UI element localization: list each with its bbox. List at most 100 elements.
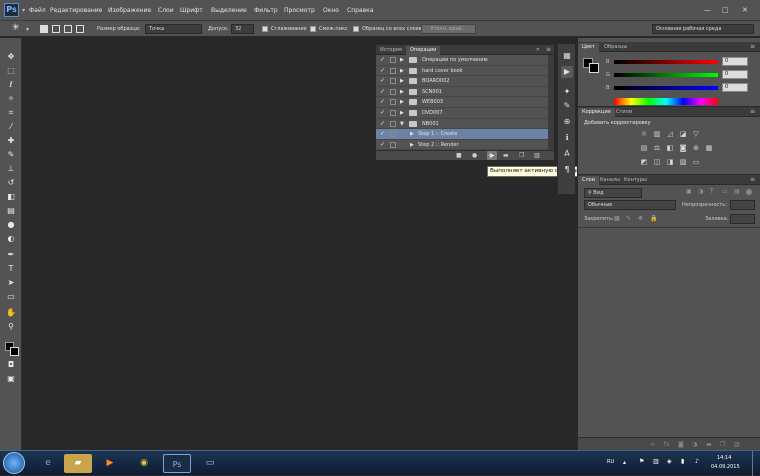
panel-menu-icon[interactable]: ≡	[546, 46, 551, 53]
photoshop-taskbar-icon[interactable]: Ps	[163, 454, 191, 473]
all-layers-checkbox[interactable]	[353, 26, 359, 32]
zoom-tool-icon[interactable]: ⚲	[5, 322, 17, 332]
window-switch-icon[interactable]: ▭	[196, 454, 224, 473]
filter-type-icon[interactable]: T	[710, 188, 714, 195]
healing-tool-icon[interactable]: ✚	[5, 136, 17, 146]
dialog-toggle-box[interactable]	[390, 110, 396, 116]
action-row[interactable]: ✓ ▶ WEB003	[376, 97, 548, 108]
tray-volume-icon[interactable]: ♪	[695, 458, 699, 465]
filter-adjust-icon[interactable]: ◑	[698, 188, 703, 195]
new-selection-icon[interactable]	[40, 25, 48, 33]
action-row[interactable]: ✓ ▶ Операции по умолчанию	[376, 55, 548, 66]
adjustment-layer-icon[interactable]: ◑	[692, 441, 697, 448]
chrome-icon[interactable]: ◉	[130, 454, 158, 473]
magic-wand-icon[interactable]: ✳	[12, 23, 20, 33]
screen-mode-icon[interactable]: ▣	[5, 374, 17, 384]
action-row-selected[interactable]: ✓ ▶ Step 1 :: Create	[376, 129, 548, 140]
color-spectrum-ramp[interactable]	[614, 98, 718, 105]
trash-icon[interactable]: ▥	[534, 152, 540, 159]
link-layers-icon[interactable]: ∞	[650, 441, 655, 448]
channel-b-input[interactable]: 0	[722, 83, 748, 92]
tray-shield-icon[interactable]: ◈	[667, 458, 672, 465]
dialog-toggle-box[interactable]	[390, 141, 396, 148]
clock-time[interactable]: 14:14	[717, 455, 731, 461]
contiguous-checkbox[interactable]	[310, 26, 316, 32]
hue-sat-icon[interactable]: ▤	[640, 145, 648, 152]
add-selection-icon[interactable]	[52, 25, 60, 33]
tab-history[interactable]: История	[376, 46, 406, 55]
move-tool-icon[interactable]: ✥	[5, 52, 17, 62]
expand-arrow-icon[interactable]: ▶	[410, 140, 414, 150]
menu-view[interactable]: Просмотр	[284, 7, 315, 14]
type-tool-icon[interactable]: T	[5, 264, 17, 274]
tab-adjustments[interactable]: Коррекция	[578, 108, 615, 117]
toggle-check-icon[interactable]: ✓	[380, 129, 385, 139]
tray-arrow-icon[interactable]: ▴	[623, 459, 626, 466]
expand-arrow-icon[interactable]: ▶	[400, 66, 404, 76]
new-action-icon[interactable]: ❐	[519, 152, 524, 159]
intersect-selection-icon[interactable]	[76, 25, 84, 33]
layer-mask-icon[interactable]: ◙	[678, 441, 684, 448]
color-balance-icon[interactable]: ⚖	[653, 145, 661, 152]
show-desktop-button[interactable]	[752, 451, 760, 476]
start-button[interactable]	[3, 452, 25, 474]
tray-network-icon[interactable]: ▥	[653, 458, 659, 465]
toggle-check-icon[interactable]: ✓	[380, 108, 385, 118]
brush-presets-icon[interactable]: ✦	[561, 86, 573, 98]
filter-smart-icon[interactable]: ▤	[734, 188, 740, 195]
dialog-toggle-box[interactable]	[390, 99, 396, 106]
fill-input[interactable]	[730, 214, 755, 224]
info-panel-icon[interactable]: ℹ	[561, 132, 573, 144]
paragraph-panel-icon[interactable]: ¶	[561, 164, 573, 176]
eraser-tool-icon[interactable]: ◧	[5, 192, 17, 202]
character-panel-icon[interactable]: A	[561, 148, 573, 160]
new-group-icon[interactable]: ▬	[706, 441, 712, 448]
clock-date[interactable]: 04.09.2015	[711, 464, 740, 470]
sample-size-select[interactable]: Точка	[145, 24, 202, 34]
history-panel-icon[interactable]: ▦	[561, 50, 573, 62]
dialog-toggle-box[interactable]	[390, 57, 396, 63]
gradient-tool-icon[interactable]: ▤	[5, 206, 17, 216]
gradient-map-icon[interactable]: ▭	[692, 159, 700, 166]
selective-color-icon[interactable]: ▧	[679, 159, 687, 166]
menu-layers[interactable]: Слои	[158, 7, 174, 14]
expand-arrow-icon[interactable]: ▶	[400, 76, 404, 86]
explorer-icon[interactable]: ▰	[64, 454, 92, 473]
action-row[interactable]: ✓ ▶ hard cover book	[376, 66, 548, 77]
menu-file[interactable]: Файл	[29, 7, 46, 14]
layers-list[interactable]	[578, 227, 760, 437]
layer-style-icon[interactable]: fx	[664, 441, 670, 448]
media-player-icon[interactable]: ▶	[96, 454, 124, 473]
delete-layer-icon[interactable]: ▥	[734, 441, 740, 448]
action-row[interactable]: ✓ ▶ SCN001	[376, 87, 548, 98]
brush-tool-icon[interactable]: ✎	[5, 150, 17, 160]
pen-tool-icon[interactable]: ✒	[5, 250, 17, 260]
channel-g-input[interactable]: 0	[722, 70, 748, 79]
tab-actions[interactable]: Операции	[406, 46, 441, 55]
tab-color[interactable]: Цвет	[578, 43, 599, 52]
brush-panel-icon[interactable]: ✎	[561, 100, 573, 112]
expand-arrow-icon[interactable]: ▶	[400, 87, 404, 97]
collapse-icon[interactable]: »	[536, 46, 540, 53]
shape-tool-icon[interactable]: ▭	[5, 292, 17, 302]
actions-scrollbar[interactable]	[548, 55, 554, 150]
hand-tool-icon[interactable]: ✋	[5, 308, 17, 318]
layer-filter-select[interactable]: ⚲ Вид	[584, 188, 642, 198]
channel-mixer-icon[interactable]: ⊛	[692, 145, 700, 152]
tray-signal-icon[interactable]: ▮	[681, 458, 684, 465]
maximize-button[interactable]: □	[722, 6, 729, 14]
channel-r-input[interactable]: 0	[722, 57, 748, 66]
lock-pixels-icon[interactable]: ✎	[626, 215, 631, 222]
menu-filter[interactable]: Фильтр	[254, 7, 278, 14]
dialog-toggle-box[interactable]	[390, 120, 396, 127]
toggle-check-icon[interactable]: ✓	[380, 87, 385, 97]
tool-preset-arrow-icon[interactable]: ▾	[26, 26, 29, 33]
menu-edit[interactable]: Редактирование	[50, 7, 102, 14]
action-row[interactable]: ✓ ▶ DVD007	[376, 108, 548, 119]
panel-menu-icon[interactable]: ≡	[750, 43, 755, 50]
toggle-check-icon[interactable]: ✓	[380, 119, 385, 129]
menu-select[interactable]: Выделение	[211, 7, 247, 14]
workspace-select[interactable]: Основная рабочая среда	[652, 24, 754, 34]
logo-dropdown-icon[interactable]: ▾	[22, 7, 25, 14]
menu-help[interactable]: Справка	[347, 7, 373, 14]
